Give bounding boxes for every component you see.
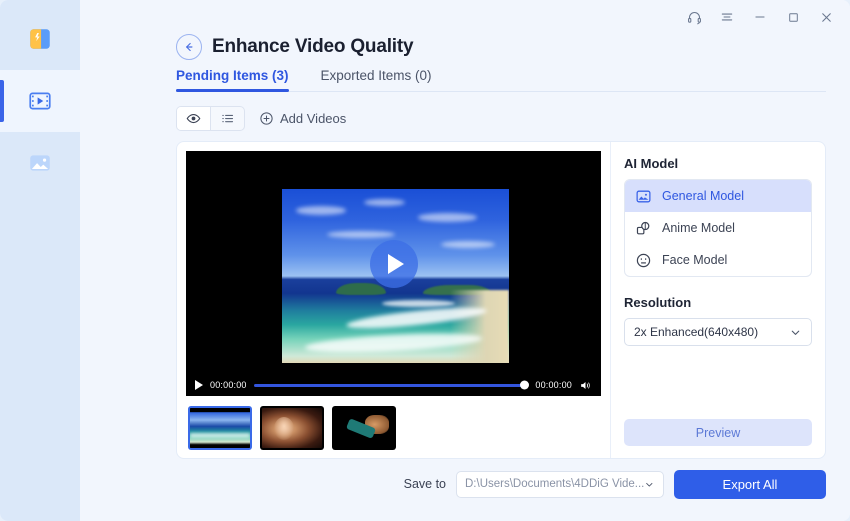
resolution-select[interactable]: 2x Enhanced(640x480) [624,318,812,346]
eye-icon [186,111,201,126]
video-player[interactable]: 00:00:00 00:00:00 [186,151,601,396]
main-area: Enhance Video Quality Pending Items (3) … [80,0,850,521]
export-all-button[interactable]: Export All [674,470,826,499]
resolution-title: Resolution [624,295,812,310]
sidebar-item-home[interactable] [0,8,80,70]
anime-shapes-icon [635,220,652,237]
close-icon[interactable] [816,7,836,27]
ai-model-option-anime[interactable]: Anime Model [625,212,811,244]
thumbnail-beach-image [190,408,250,448]
thumbnail-portrait-image [262,408,322,448]
app-window: Enhance Video Quality Pending Items (3) … [0,0,850,521]
chevron-down-icon [644,478,655,491]
thumbnail-cutting[interactable] [332,406,396,450]
image-model-icon [635,188,652,205]
toolbar: Add Videos [80,92,850,134]
player-controls: 00:00:00 00:00:00 [186,374,601,396]
video-pane: 00:00:00 00:00:00 [177,142,611,458]
current-time: 00:00:00 [210,380,247,390]
progress-knob[interactable] [520,381,529,390]
settings-pane: AI Model General Model [611,142,825,458]
play-icon[interactable] [195,380,203,390]
cloud-5 [441,241,495,248]
back-button[interactable] [176,34,202,60]
content-card: 00:00:00 00:00:00 [176,141,826,459]
ai-model-label-face: Face Model [662,253,727,267]
app-logo-icon [27,26,53,52]
settings-spacer [624,346,812,419]
tab-pending-items[interactable]: Pending Items (3) [176,68,289,92]
ai-model-option-face[interactable]: Face Model [625,244,811,276]
save-to-label: Save to [404,477,446,491]
tab-bar: Pending Items (3) Exported Items (0) [80,64,850,92]
island-left [336,283,386,295]
ai-model-list: General Model Anime Model [624,179,812,277]
beach-sand [450,290,509,363]
photo-image-icon [27,150,53,176]
support-headset-icon[interactable] [684,7,704,27]
cloud-1 [296,206,346,215]
preview-button[interactable]: Preview [624,419,812,446]
total-time: 00:00:00 [535,380,572,390]
volume-icon[interactable] [579,379,592,392]
cloud-3 [418,213,477,222]
ai-model-title: AI Model [624,156,812,171]
sidebar [0,0,80,521]
chevron-down-icon [789,326,802,339]
save-path-select[interactable]: D:\Users\Documents\4DDiG Vide... [456,471,664,498]
ai-model-option-general[interactable]: General Model [625,180,811,212]
add-videos-button[interactable]: Add Videos [259,111,346,126]
plus-circle-icon [259,111,274,126]
video-film-icon [27,88,53,114]
titlebar [684,0,850,34]
face-icon [635,252,652,269]
tab-exported-items[interactable]: Exported Items (0) [321,68,432,92]
view-mode-toggle [176,106,245,131]
sidebar-item-video[interactable] [0,70,80,132]
footer-bar: Save to D:\Users\Documents\4DDiG Vide...… [80,459,850,511]
sidebar-item-photo[interactable] [0,132,80,194]
add-videos-label: Add Videos [280,111,346,126]
save-path-value: D:\Users\Documents\4DDiG Vide... [465,478,644,490]
thumbnail-strip [186,396,601,459]
progress-slider[interactable] [254,384,529,387]
surf-line-3 [382,300,455,307]
thumbnail-cutting-image [334,408,394,448]
play-circle-icon[interactable] [370,240,418,288]
page-title: Enhance Video Quality [212,36,413,58]
maximize-icon[interactable] [783,7,803,27]
ai-model-label-general: General Model [662,189,744,203]
minimize-icon[interactable] [750,7,770,27]
view-preview-button[interactable] [177,107,210,130]
menu-icon[interactable] [717,7,737,27]
view-list-button[interactable] [211,107,244,130]
cloud-4 [327,231,395,238]
ai-model-label-anime: Anime Model [662,221,735,235]
list-icon [220,111,235,126]
thumbnail-portrait[interactable] [260,406,324,450]
cloud-2 [364,199,405,206]
resolution-value: 2x Enhanced(640x480) [634,325,758,339]
thumbnail-beach[interactable] [188,406,252,450]
arrow-left-icon [182,40,196,54]
